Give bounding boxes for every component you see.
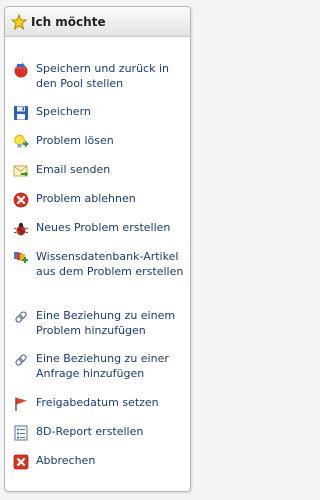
create-new-problem-label: Neues Problem erstellen [36, 221, 171, 234]
link-icon [13, 352, 29, 368]
solve-problem-action[interactable]: Problem lösen [13, 133, 188, 150]
knowledge-base-icon [13, 250, 29, 266]
reject-problem-action[interactable]: Problem ablehnen [13, 191, 188, 208]
floppy-disk-icon [13, 105, 29, 121]
create-8d-report-label: 8D-Report erstellen [36, 425, 144, 438]
bug-icon [13, 221, 29, 237]
solve-problem-label: Problem lösen [36, 134, 114, 147]
set-release-date-label: Freigabedatum setzen [36, 396, 159, 409]
panel-header: Ich möchte [5, 7, 190, 37]
save-action[interactable]: Speichern [13, 104, 188, 121]
lightbulb-icon [13, 134, 29, 150]
star-icon [11, 13, 27, 30]
actions-panel: Ich möchte Speichern und zurück in den P… [4, 6, 191, 492]
panel-title: Ich möchte [31, 14, 106, 29]
email-icon [13, 163, 29, 179]
cancel-action[interactable]: Abbrechen [13, 453, 188, 470]
cancel-icon [13, 454, 29, 470]
add-problem-relation-action[interactable]: Eine Beziehung zu einem Problem hinzufüg… [13, 308, 188, 338]
add-request-relation-action[interactable]: Eine Beziehung zu einer Anfrage hinzufüg… [13, 351, 188, 381]
create-kb-article-label: Wissensdatenbank-Artikel aus dem Problem… [36, 250, 184, 278]
add-problem-relation-label: Eine Beziehung zu einem Problem hinzufüg… [36, 309, 176, 337]
send-email-action[interactable]: Email senden [13, 162, 188, 179]
reject-icon [13, 192, 29, 208]
cancel-label: Abbrechen [36, 454, 96, 467]
report-icon [13, 425, 29, 441]
flag-icon [13, 396, 29, 412]
reject-problem-label: Problem ablehnen [36, 192, 136, 205]
link-icon [13, 309, 29, 325]
set-release-date-action[interactable]: Freigabedatum setzen [13, 395, 188, 412]
send-email-label: Email senden [36, 163, 111, 176]
create-kb-article-action[interactable]: Wissensdatenbank-Artikel aus dem Problem… [13, 249, 188, 279]
create-new-problem-action[interactable]: Neues Problem erstellen [13, 220, 188, 237]
save-label: Speichern [36, 105, 91, 118]
save-return-icon [13, 62, 29, 78]
save-and-return-label: Speichern und zurück in den Pool stellen [36, 62, 169, 90]
save-and-return-to-pool-action[interactable]: Speichern und zurück in den Pool stellen [13, 61, 188, 91]
create-8d-report-action[interactable]: 8D-Report erstellen [13, 424, 188, 441]
add-request-relation-label: Eine Beziehung zu einer Anfrage hinzufüg… [36, 352, 169, 380]
